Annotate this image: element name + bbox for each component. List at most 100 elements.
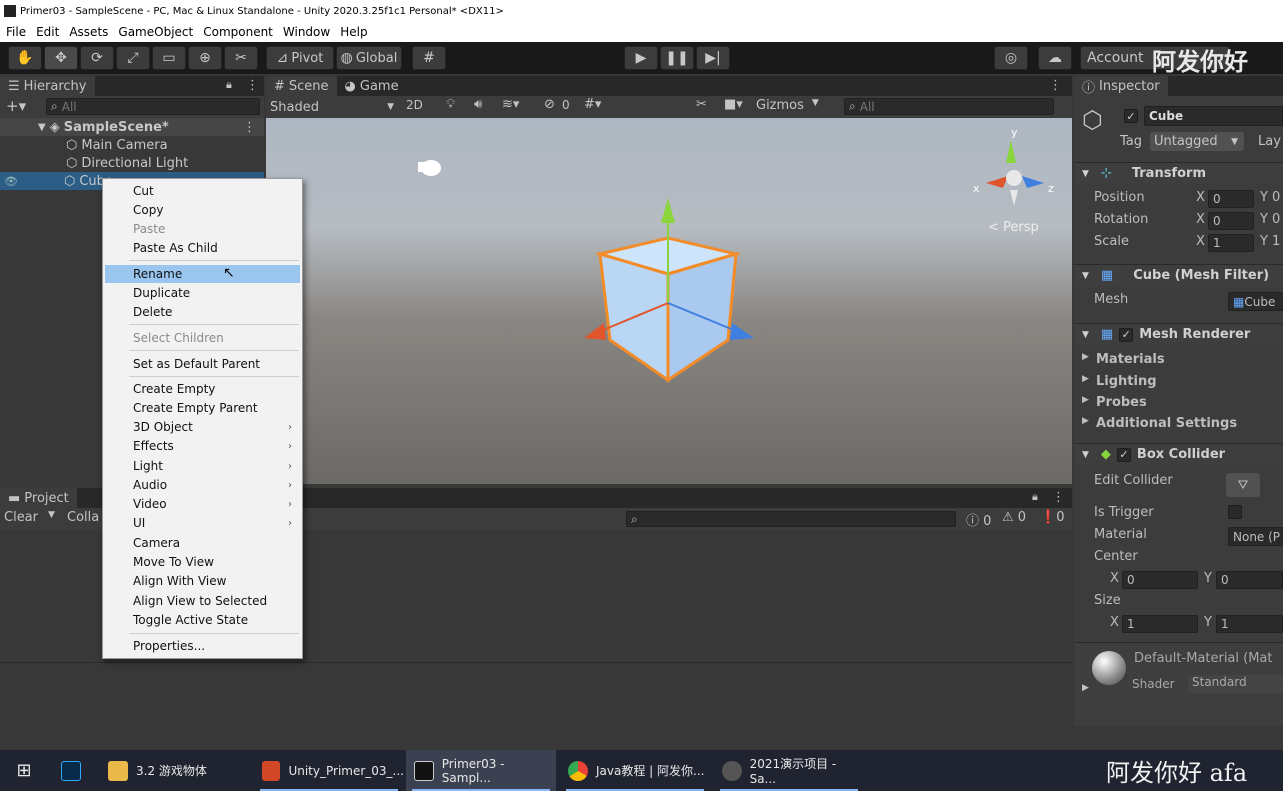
collab-button[interactable]: ◎: [994, 46, 1028, 70]
step-button[interactable]: ▶|: [696, 46, 730, 70]
draw-mode-dropdown[interactable]: Shaded ▼: [270, 98, 398, 116]
scene-search-input[interactable]: ⌕ All: [844, 98, 1054, 115]
menu-item-camera[interactable]: Camera: [105, 534, 300, 552]
menu-item-cut[interactable]: Cut: [105, 182, 300, 200]
hand-tool-button[interactable]: ✋: [8, 46, 42, 70]
scene-more-icon[interactable]: ⋮: [1049, 78, 1062, 93]
photoshop-taskbar-button[interactable]: [56, 750, 86, 791]
tab-game[interactable]: ◕ Game: [337, 76, 407, 96]
orientation-gizmo[interactable]: [986, 140, 1044, 206]
position-y-field[interactable]: 0: [1272, 190, 1280, 205]
object-name-field[interactable]: Cube: [1144, 106, 1283, 126]
is-trigger-checkbox[interactable]: [1228, 505, 1242, 519]
log-count[interactable]: ⓘ 0: [966, 510, 991, 529]
menu-item-properties[interactable]: Properties...: [105, 637, 300, 655]
taskbar-item-powerpoint[interactable]: Unity_Primer_03_...: [254, 750, 404, 791]
hierarchy-item[interactable]: ⬡ Directional Light: [66, 154, 188, 172]
error-count[interactable]: ❗0: [1040, 510, 1064, 525]
menu-item-align-with-view[interactable]: Align With View: [105, 572, 300, 590]
menu-item-rename[interactable]: Rename ↖: [105, 265, 300, 283]
collider-material-field[interactable]: None (P: [1228, 527, 1283, 546]
menu-file[interactable]: File: [0, 25, 30, 39]
taskbar-item-chrome[interactable]: Java教程 | 阿发你...: [560, 750, 710, 791]
more-icon[interactable]: ⋮: [1052, 490, 1065, 505]
rotation-y-field[interactable]: 0: [1272, 212, 1280, 227]
menu-edit[interactable]: Edit: [30, 25, 63, 39]
edit-collider-button[interactable]: ⛛: [1226, 473, 1260, 497]
hierarchy-item[interactable]: ⬡ Main Camera: [66, 136, 168, 154]
menu-help[interactable]: Help: [334, 25, 371, 39]
grid-toggle-icon[interactable]: #▾: [584, 97, 601, 112]
menu-item-create-empty[interactable]: Create Empty: [105, 380, 300, 398]
tab-hierarchy[interactable]: ☰ Hierarchy: [0, 76, 95, 96]
menu-item-effects[interactable]: Effects ›: [105, 437, 300, 455]
lock-icon[interactable]: 🔒︎: [1032, 490, 1038, 504]
play-button[interactable]: ▶: [624, 46, 658, 70]
grid-snap-button[interactable]: #: [412, 46, 446, 70]
move-tool-button[interactable]: ✥: [44, 46, 78, 70]
effects-icon[interactable]: ≋▾: [502, 97, 519, 112]
menu-item-paste-as-child[interactable]: Paste As Child: [105, 239, 300, 257]
lighting-bulb-icon[interactable]: 💡︎: [446, 97, 455, 112]
chevron-down-icon[interactable]: ▼: [48, 510, 55, 520]
transform-tool-button[interactable]: ⊕: [188, 46, 222, 70]
rotation-x-field[interactable]: 0: [1208, 212, 1254, 230]
menu-gameobject[interactable]: GameObject: [112, 25, 197, 39]
global-toggle[interactable]: ◍ Global: [336, 46, 402, 70]
pivot-toggle[interactable]: ⊿ Pivot: [266, 46, 334, 70]
taskbar-item-unity[interactable]: Primer03 - Sampl...: [406, 750, 556, 791]
taskbar-item-folder[interactable]: 3.2 游戏物体: [100, 750, 250, 791]
menu-item-create-empty-parent[interactable]: Create Empty Parent: [105, 399, 300, 417]
rotate-tool-button[interactable]: ⟳: [80, 46, 114, 70]
scale-x-field[interactable]: 1: [1208, 234, 1254, 252]
console-search-input[interactable]: ⌕: [626, 511, 956, 527]
menu-item-3d-object[interactable]: 3D Object ›: [105, 418, 300, 436]
tab-project[interactable]: ▬ Project: [0, 488, 77, 508]
transform-header[interactable]: ▼ ⊹ Transform: [1074, 162, 1283, 184]
tools-icon[interactable]: ✂: [696, 97, 707, 112]
scale-y-field[interactable]: 1: [1272, 234, 1280, 249]
mesh-filter-header[interactable]: ▼ ▦ Cube (Mesh Filter): [1074, 264, 1283, 286]
size-y-field[interactable]: 1: [1216, 615, 1283, 633]
camera-icon[interactable]: ■▾: [724, 97, 743, 112]
menu-item-align-view-to-selected[interactable]: Align View to Selected: [105, 592, 300, 610]
active-checkbox[interactable]: ✓: [1124, 109, 1138, 123]
tab-scene[interactable]: # Scene: [266, 76, 337, 96]
gizmos-dropdown[interactable]: Gizmos ▼: [756, 98, 819, 113]
menu-item-move-to-view[interactable]: Move To View: [105, 553, 300, 571]
hierarchy-search-input[interactable]: ⌕ All: [46, 98, 260, 115]
menu-component[interactable]: Component: [197, 25, 277, 39]
menu-item-duplicate[interactable]: Duplicate: [105, 284, 300, 302]
mesh-field[interactable]: ▦ Cube: [1228, 292, 1283, 311]
scene-row[interactable]: ▼ ◈ SampleScene* ⋮: [0, 118, 264, 136]
position-x-field[interactable]: 0: [1208, 190, 1254, 208]
menu-item-video[interactable]: Video ›: [105, 495, 300, 513]
more-icon[interactable]: ⋮: [246, 78, 259, 93]
lock-icon[interactable]: 🔒︎: [226, 78, 232, 92]
chevron-right-icon[interactable]: ▶: [1082, 683, 1089, 693]
tab-inspector[interactable]: ⓘ Inspector: [1074, 76, 1168, 96]
menu-window[interactable]: Window: [277, 25, 334, 39]
menu-item-copy[interactable]: Copy: [105, 201, 300, 219]
pause-button[interactable]: ❚❚: [660, 46, 694, 70]
mesh-renderer-header[interactable]: ▼ ▦ ✓ Mesh Renderer: [1074, 323, 1283, 345]
cloud-button[interactable]: ☁: [1038, 46, 1072, 70]
menu-item-toggle-active-state[interactable]: Toggle Active State: [105, 611, 300, 629]
size-x-field[interactable]: 1: [1122, 615, 1198, 633]
2d-toggle[interactable]: 2D: [406, 98, 423, 112]
box-collider-checkbox[interactable]: ✓: [1116, 447, 1131, 462]
rect-tool-button[interactable]: ▭: [152, 46, 186, 70]
box-collider-header[interactable]: ▼ ◆ ✓ Box Collider: [1074, 443, 1283, 465]
menu-item-delete[interactable]: Delete: [105, 303, 300, 321]
start-button[interactable]: ⊞: [10, 750, 38, 791]
audio-speaker-icon[interactable]: 🔊︎: [474, 97, 482, 112]
menu-item-audio[interactable]: Audio ›: [105, 476, 300, 494]
shader-dropdown[interactable]: Standard: [1188, 675, 1283, 693]
warning-count[interactable]: ⚠ 0: [1002, 510, 1026, 525]
taskbar-item-unity-hub[interactable]: 2021演示项目 - Sa...: [714, 750, 864, 791]
menu-item-light[interactable]: Light ›: [105, 457, 300, 475]
scene-more-icon[interactable]: ⋮: [243, 120, 256, 135]
persp-toggle[interactable]: < Persp: [988, 220, 1039, 235]
center-x-field[interactable]: 0: [1122, 571, 1198, 589]
add-icon[interactable]: +▾: [6, 97, 26, 115]
